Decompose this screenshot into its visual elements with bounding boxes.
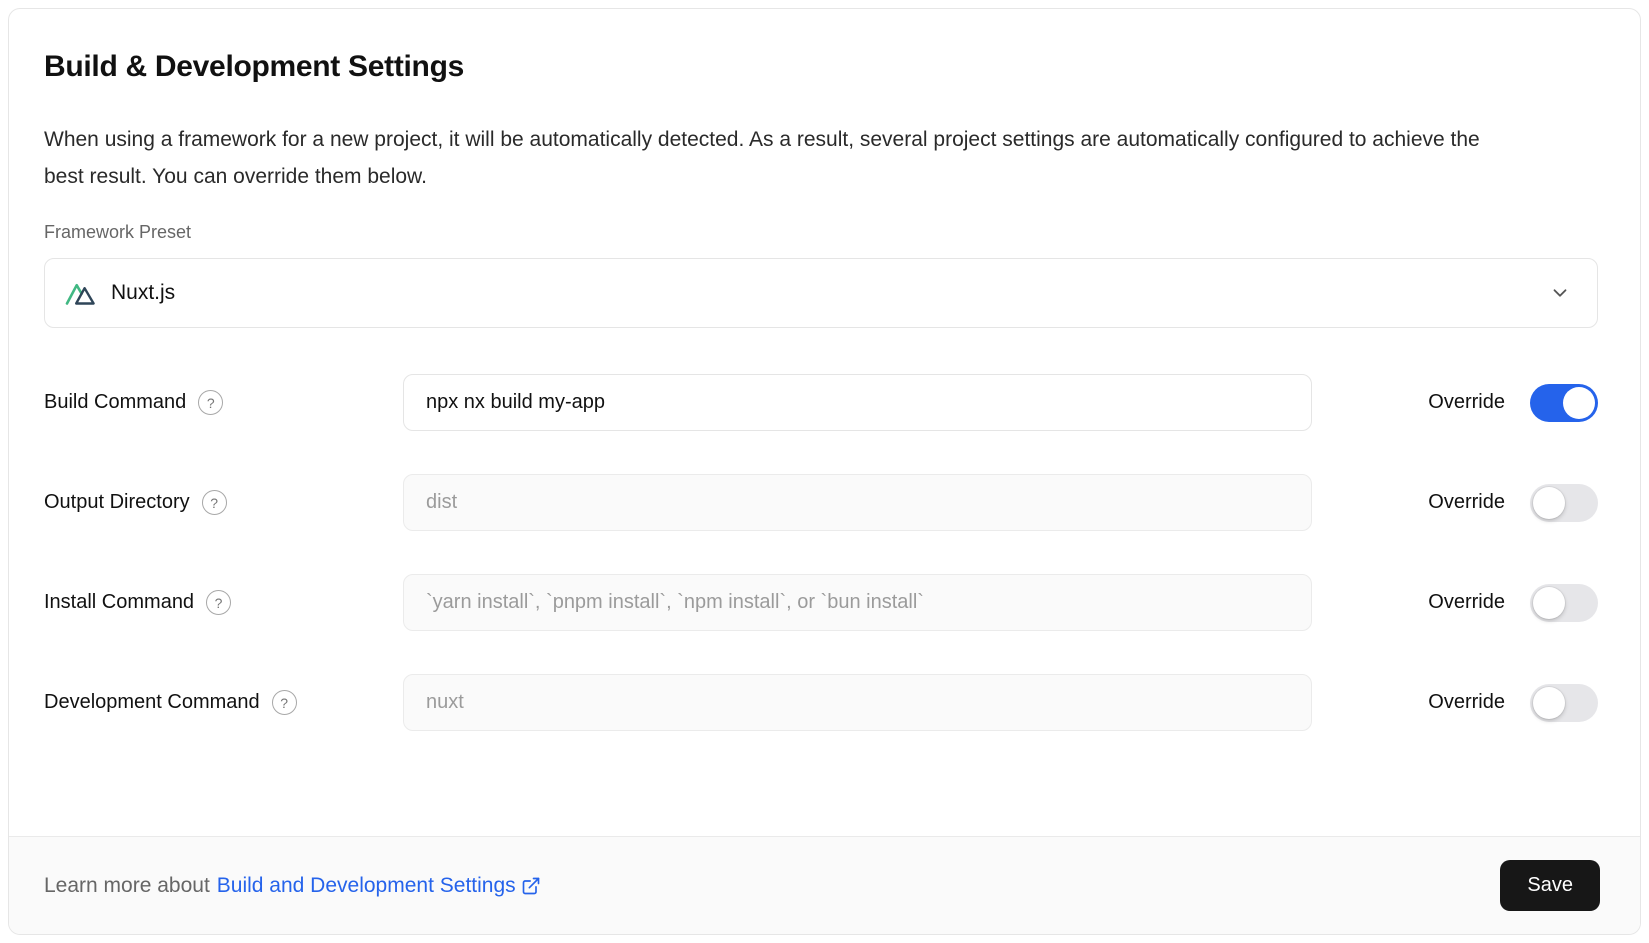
toggle-knob: [1533, 587, 1565, 619]
save-button[interactable]: Save: [1500, 860, 1600, 911]
override-group: Override: [1312, 484, 1598, 522]
framework-preset-select[interactable]: Nuxt.js: [44, 258, 1598, 328]
override-group: Override: [1312, 384, 1598, 422]
row-label-col: Development Command ?: [44, 690, 403, 715]
build-settings-card: Build & Development Settings When using …: [8, 8, 1641, 935]
override-label: Override: [1428, 491, 1505, 514]
help-icon[interactable]: ?: [202, 490, 227, 515]
framework-selected-value: Nuxt.js: [111, 281, 175, 305]
build-command-input[interactable]: [403, 374, 1312, 431]
override-group: Override: [1312, 684, 1598, 722]
install-command-label: Install Command: [44, 591, 194, 614]
toggle-knob: [1533, 687, 1565, 719]
output-directory-row: Output Directory ? Override: [44, 474, 1598, 531]
settings-rows: Build Command ? Override Output Director…: [44, 374, 1598, 731]
development-command-row: Development Command ? Override: [44, 674, 1598, 731]
learn-more-prefix: Learn more about: [44, 874, 210, 898]
learn-more-text: Learn more about Build and Development S…: [44, 874, 541, 898]
page-title: Build & Development Settings: [44, 47, 1598, 87]
install-command-override-toggle[interactable]: [1530, 584, 1598, 622]
override-label: Override: [1428, 691, 1505, 714]
external-link-icon: [521, 876, 541, 896]
help-icon[interactable]: ?: [198, 390, 223, 415]
nuxt-logo-icon: [65, 281, 98, 306]
page-description: When using a framework for a new project…: [44, 121, 1489, 195]
card-body: Build & Development Settings When using …: [9, 9, 1640, 836]
row-label-col: Output Directory ?: [44, 490, 403, 515]
help-icon[interactable]: ?: [206, 590, 231, 615]
card-footer: Learn more about Build and Development S…: [9, 836, 1640, 934]
development-command-label: Development Command: [44, 691, 260, 714]
development-command-override-toggle[interactable]: [1530, 684, 1598, 722]
output-directory-label: Output Directory: [44, 491, 190, 514]
row-label-col: Build Command ?: [44, 390, 403, 415]
build-command-row: Build Command ? Override: [44, 374, 1598, 431]
help-icon[interactable]: ?: [272, 690, 297, 715]
link-label: Build and Development Settings: [217, 874, 516, 898]
development-command-input: [403, 674, 1312, 731]
override-group: Override: [1312, 584, 1598, 622]
toggle-knob: [1563, 387, 1595, 419]
output-directory-override-toggle[interactable]: [1530, 484, 1598, 522]
build-settings-docs-link[interactable]: Build and Development Settings: [217, 874, 541, 898]
toggle-knob: [1533, 487, 1565, 519]
install-command-input: [403, 574, 1312, 631]
chevron-down-icon: [1549, 282, 1571, 304]
framework-preset-label: Framework Preset: [44, 222, 1598, 243]
row-label-col: Install Command ?: [44, 590, 403, 615]
build-command-label: Build Command: [44, 391, 186, 414]
output-directory-input: [403, 474, 1312, 531]
install-command-row: Install Command ? Override: [44, 574, 1598, 631]
override-label: Override: [1428, 591, 1505, 614]
override-label: Override: [1428, 391, 1505, 414]
build-command-override-toggle[interactable]: [1530, 384, 1598, 422]
